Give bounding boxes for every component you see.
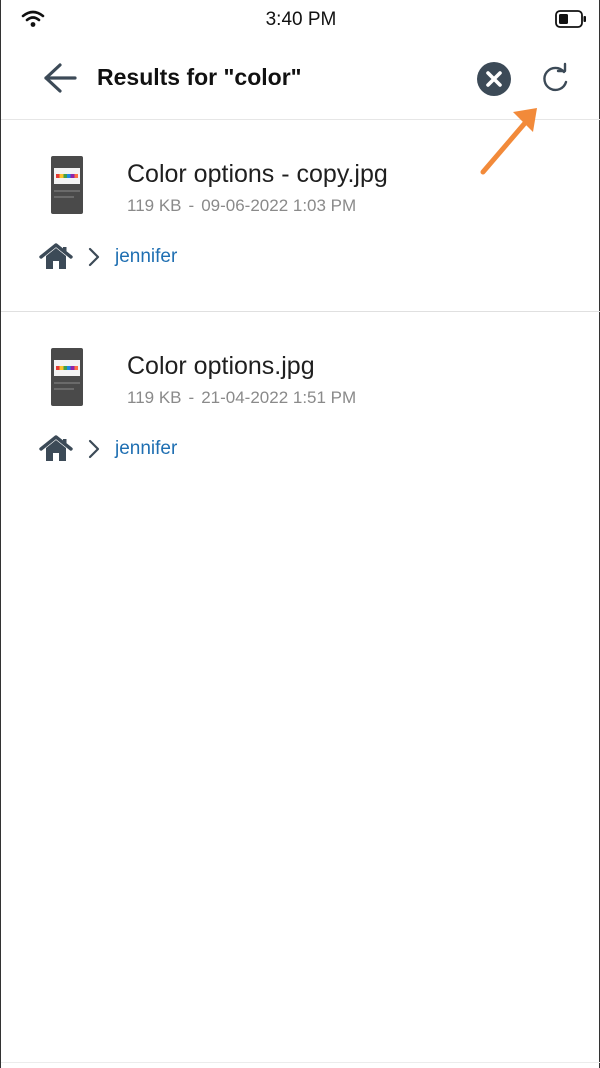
back-arrow-icon <box>44 63 77 93</box>
file-size: 119 KB <box>127 388 182 407</box>
breadcrumb-folder-link[interactable]: jennifer <box>115 438 177 460</box>
chevron-right-icon <box>88 439 100 459</box>
battery-icon <box>555 10 586 28</box>
search-result-item[interactable]: Color options - copy.jpg 119 KB -09-06-20… <box>1 120 600 312</box>
file-date: 21-04-2022 1:51 PM <box>201 388 357 407</box>
breadcrumb: jennifer <box>39 242 177 272</box>
file-meta: 119 KB -09-06-2022 1:03 PM <box>127 196 356 216</box>
refresh-icon <box>543 62 568 92</box>
search-result-item[interactable]: Color options.jpg 119 KB -21-04-2022 1:51… <box>1 312 600 504</box>
breadcrumb: jennifer <box>39 434 177 464</box>
file-thumbnail <box>51 348 83 406</box>
file-thumbnail <box>51 156 83 214</box>
clear-search-button[interactable] <box>475 60 513 98</box>
meta-separator: - <box>188 196 195 215</box>
file-name: Color options - copy.jpg <box>127 160 388 188</box>
chevron-right-icon <box>88 247 100 267</box>
file-name: Color options.jpg <box>127 352 315 380</box>
file-size: 119 KB <box>127 196 182 215</box>
file-meta: 119 KB -21-04-2022 1:51 PM <box>127 388 356 408</box>
bottom-divider <box>1 1062 600 1063</box>
file-date: 09-06-2022 1:03 PM <box>201 196 357 215</box>
page-title: Results for "color" <box>97 64 302 90</box>
meta-separator: - <box>188 388 195 407</box>
home-icon[interactable] <box>39 435 73 463</box>
back-button[interactable] <box>37 58 81 98</box>
refresh-button[interactable] <box>537 60 575 98</box>
breadcrumb-folder-link[interactable]: jennifer <box>115 246 177 268</box>
home-icon[interactable] <box>39 243 73 271</box>
clear-search-icon <box>477 62 511 96</box>
status-bar: 3:40 PM <box>1 0 600 38</box>
status-time: 3:40 PM <box>265 9 337 30</box>
app-frame: 3:40 PM Results for "color" Color option… <box>0 0 600 1068</box>
